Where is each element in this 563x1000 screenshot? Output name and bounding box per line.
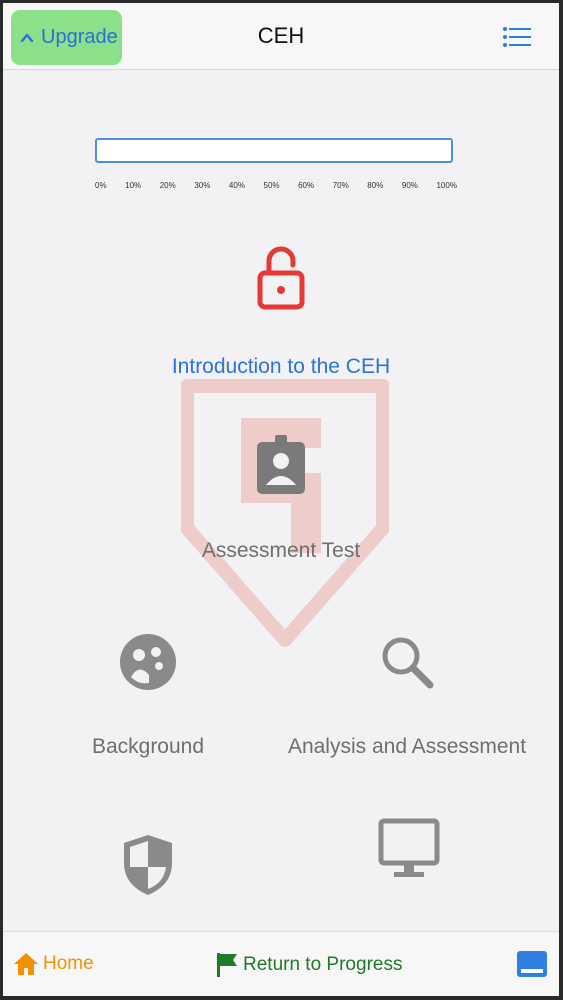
unlocked-padlock-icon xyxy=(257,246,305,310)
return-to-progress-button[interactable]: Return to Progress xyxy=(215,952,402,978)
course-item-label: Assessment Test xyxy=(201,539,361,562)
progress-tick-label: 90% xyxy=(401,181,418,190)
magnifier-icon xyxy=(382,637,434,689)
progress-tick-label: 20% xyxy=(159,181,176,190)
home-button[interactable]: Home xyxy=(13,952,94,976)
upgrade-label: Upgrade xyxy=(41,26,118,48)
home-icon xyxy=(14,953,38,975)
progress-tick-label: 40% xyxy=(228,181,245,190)
flag-icon xyxy=(217,953,237,977)
course-item-analysis-assessment[interactable]: Analysis and Assessment xyxy=(279,633,535,759)
panel-icon xyxy=(517,951,547,977)
monitor-icon xyxy=(378,818,440,877)
group-icon xyxy=(120,634,176,690)
return-label: Return to Progress xyxy=(243,954,403,975)
upgrade-button[interactable]: Upgrade xyxy=(11,10,122,65)
progress-bar xyxy=(95,138,453,163)
chevron-up-icon xyxy=(20,33,34,42)
course-item-background[interactable]: Background xyxy=(73,633,223,759)
progress-tick-label: 70% xyxy=(332,181,349,190)
list-menu-icon xyxy=(503,27,531,47)
course-item-monitor[interactable] xyxy=(359,818,459,880)
course-item-label: Background xyxy=(91,735,205,758)
progress-tick-label: 50% xyxy=(263,181,280,190)
id-badge-icon xyxy=(257,435,305,494)
top-bar: Upgrade CEH xyxy=(3,3,559,70)
shield-icon xyxy=(124,835,172,895)
course-item-introduction[interactable]: Introduction to the CEH xyxy=(133,245,429,379)
progress-tick-label: 0% xyxy=(95,181,107,190)
progress-tick-label: 30% xyxy=(194,181,211,190)
course-item-label: Introduction to the CEH xyxy=(171,355,391,378)
menu-button[interactable] xyxy=(499,23,535,51)
progress-tick-label: 60% xyxy=(298,181,315,190)
progress-tick-label: 100% xyxy=(436,181,457,190)
panel-toggle-button[interactable] xyxy=(516,950,548,978)
course-item-assessment-test[interactable]: Assessment Test xyxy=(163,435,399,563)
course-item-label: Analysis and Assessment xyxy=(287,735,527,758)
bottom-bar: Home Return to Progress xyxy=(3,931,559,996)
home-label: Home xyxy=(43,953,94,974)
progress-tick-label: 80% xyxy=(367,181,384,190)
app-screen: Upgrade CEH 0% 10% 20% 30% 40% 50% 60% 70% 80% 90… xyxy=(3,3,559,996)
progress-scale: 0% 10% 20% 30% 40% 50% 60% 70% 80% 90% 100% xyxy=(95,181,457,193)
course-item-shield[interactable] xyxy=(98,833,198,897)
progress-tick-label: 10% xyxy=(125,181,142,190)
